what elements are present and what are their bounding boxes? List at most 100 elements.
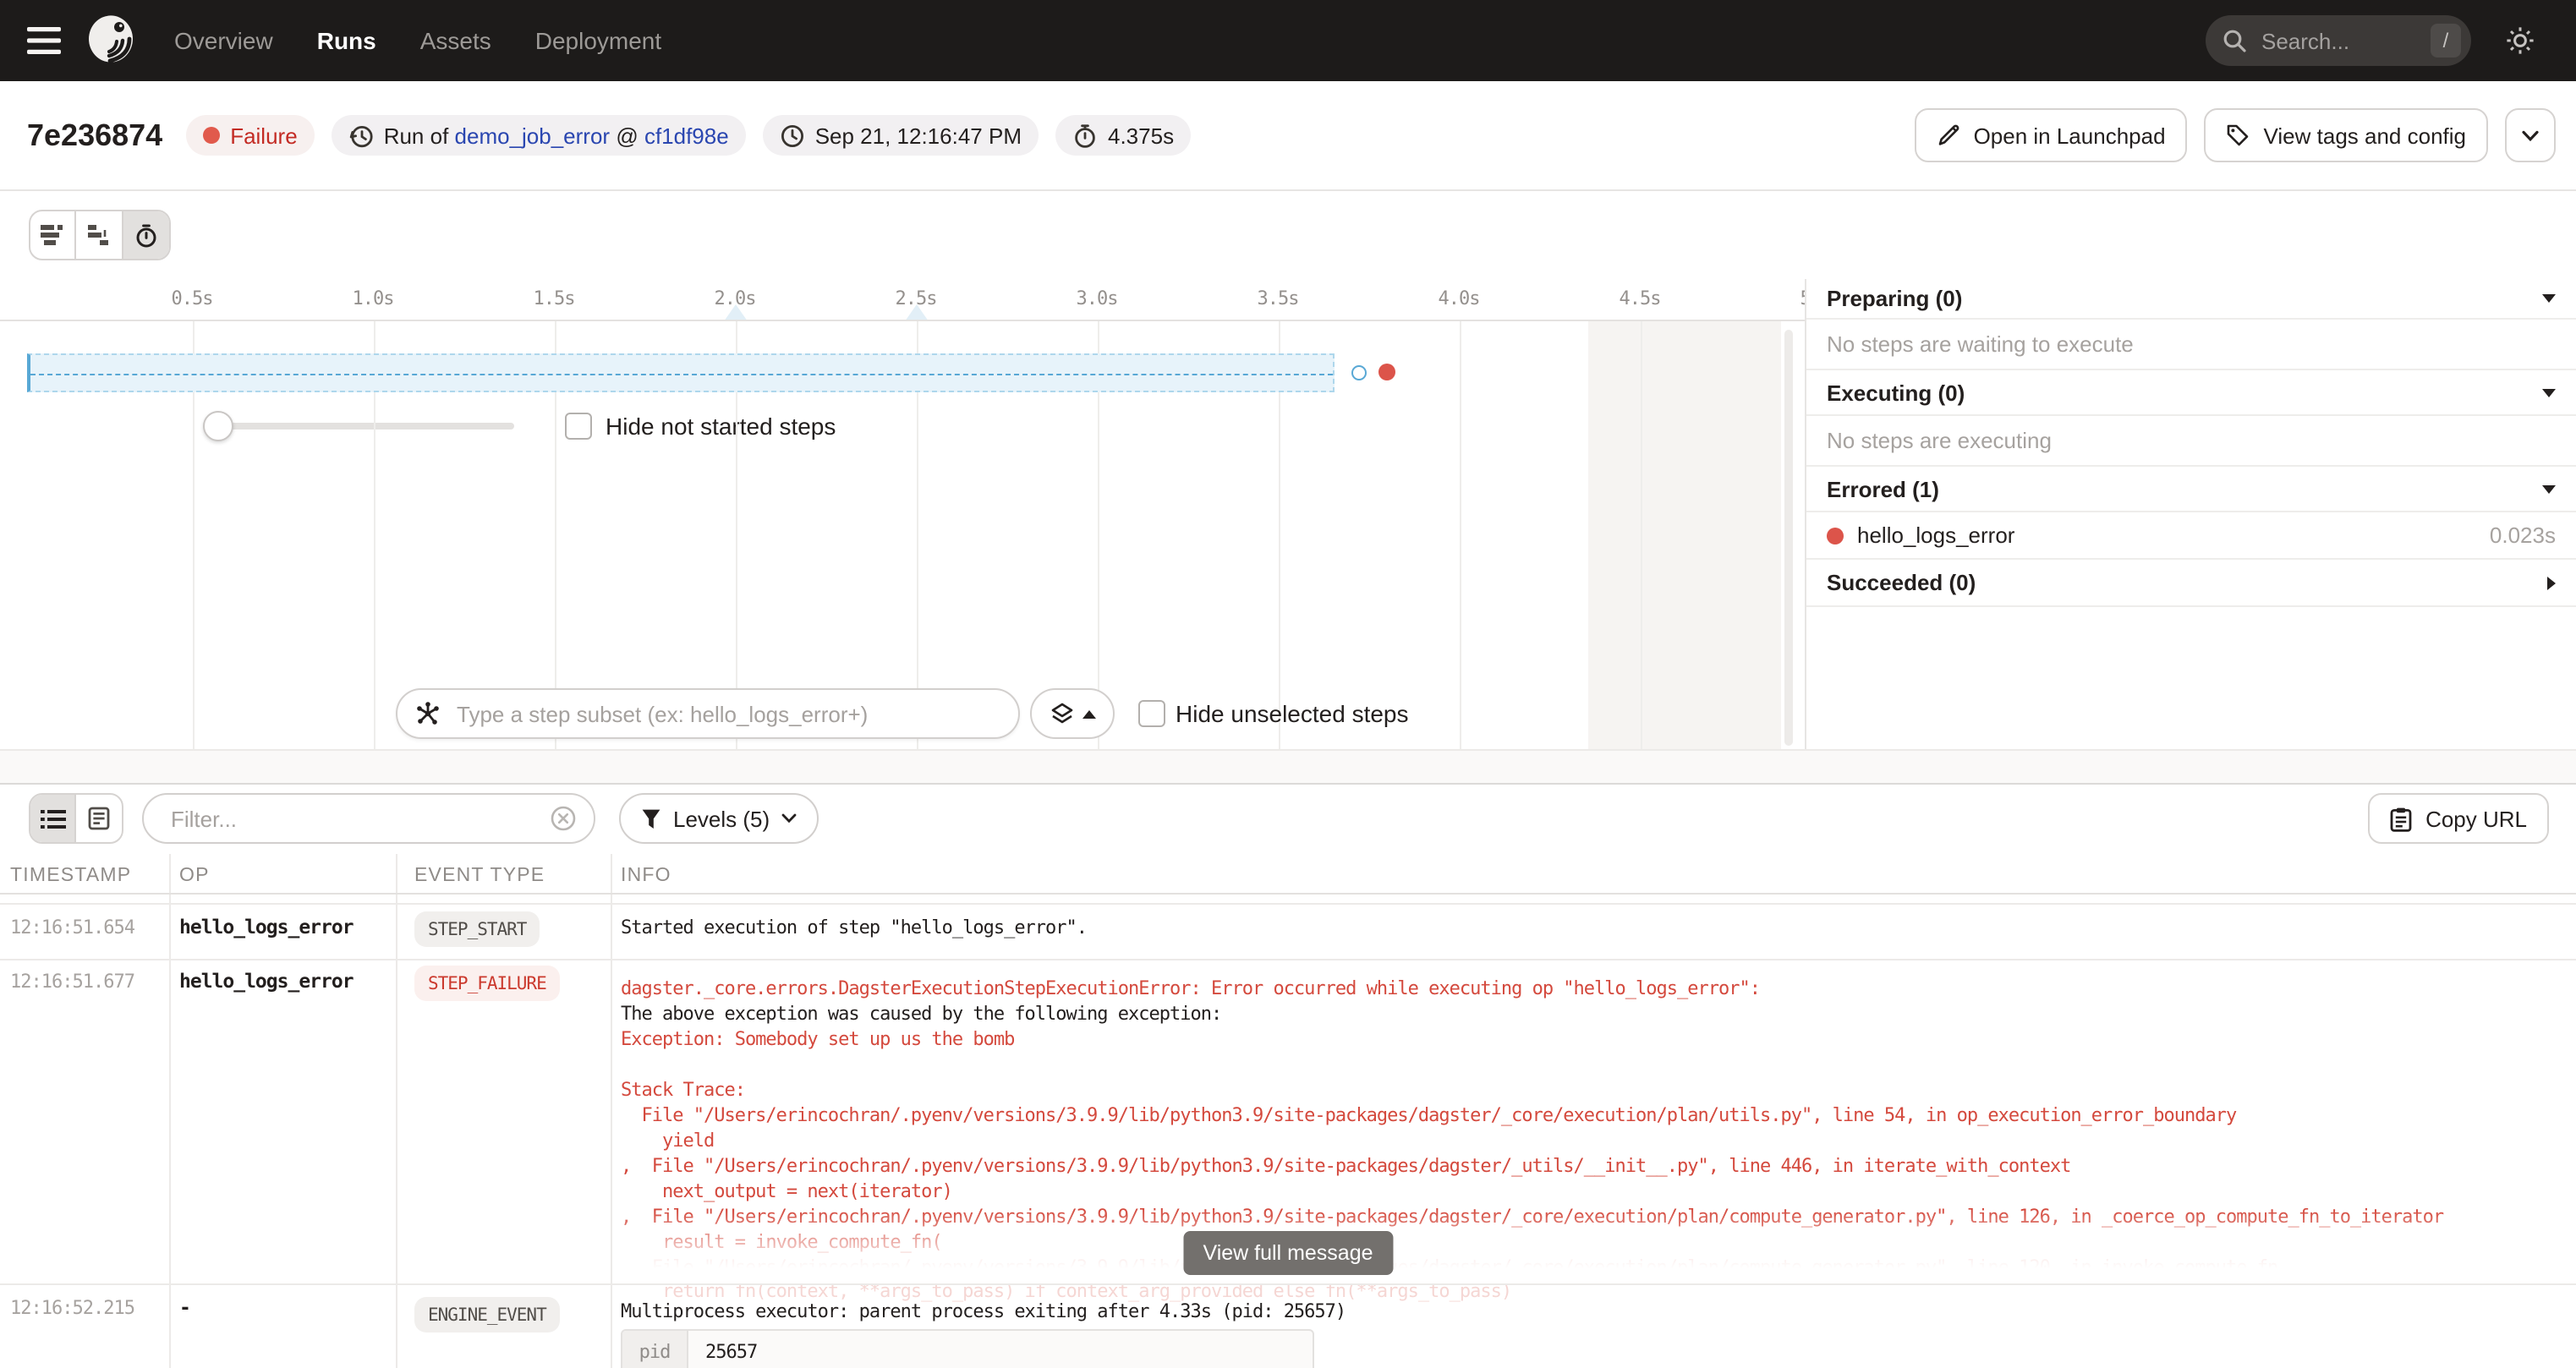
log-list-view-button[interactable] (30, 795, 76, 842)
panel-section-executing[interactable]: Executing (0) (1806, 370, 2576, 416)
open-launchpad-button[interactable]: Open in Launchpad (1915, 108, 2188, 162)
search-input[interactable] (2258, 26, 2431, 55)
step-subset-input[interactable] (453, 699, 1001, 728)
step-error-dot-icon (1827, 527, 1844, 544)
log-info: Started execution of step "hello_logs_er… (621, 917, 1087, 938)
log-toolbar: Levels (5) Copy URL (0, 785, 2576, 854)
run-actions-chevron-button[interactable] (2505, 108, 2556, 162)
col-header-event-type: EVENT TYPE (414, 866, 545, 886)
tag-icon (2227, 123, 2250, 147)
layers-icon (1050, 702, 1073, 725)
panel-section-preparing[interactable]: Preparing (0) (1806, 279, 2576, 320)
log-info: Multiprocess executor: parent process ex… (621, 1300, 1346, 1322)
log-structured-view-button[interactable] (76, 795, 122, 842)
axis-tick: 0.5s (172, 287, 213, 309)
panel-empty-preparing: No steps are waiting to execute (1806, 320, 2576, 370)
step-status-panel: Preparing (0) No steps are waiting to ex… (1805, 279, 2576, 749)
funnel-icon (641, 807, 661, 829)
status-badge: Failure (186, 115, 315, 156)
errored-step-name[interactable]: hello_logs_error (1857, 523, 2014, 548)
run-header: 7e236874 Failure Run of demo_job_error @… (0, 81, 2576, 191)
stack-trace-line: result = invoke_compute_fn( (621, 1229, 942, 1255)
run-of-pill: Run of demo_job_error @ cf1df98e (332, 115, 746, 156)
nav-link-deployment[interactable]: Deployment (535, 27, 661, 54)
dagster-logo-icon[interactable] (85, 14, 139, 68)
stack-trace-line: The above exception was caused by the fo… (621, 1001, 1221, 1026)
stack-trace-line: , File "/Users/erincochran/.pyenv/versio… (621, 1204, 2443, 1229)
event-type-badge: STEP_START (414, 911, 540, 947)
nav-link-overview[interactable]: Overview (174, 27, 273, 54)
log-timestamp: 12:16:52.215 (10, 1297, 134, 1319)
gantt-flat-view-button[interactable] (30, 211, 77, 259)
levels-filter-button[interactable]: Levels (5) (619, 793, 819, 844)
metadata-value: 25657 (688, 1331, 1313, 1368)
split-pane-gutter[interactable] (0, 749, 2576, 785)
op-selector-icon (414, 700, 441, 727)
chevron-down-icon (2542, 294, 2556, 303)
axis-tick: 1.0s (353, 287, 394, 309)
duration-pill: 4.375s (1055, 115, 1191, 156)
commit-link[interactable]: cf1df98e (644, 123, 729, 148)
panel-section-errored[interactable]: Errored (1) (1806, 467, 2576, 512)
chevron-right-icon (2547, 576, 2556, 589)
log-op: hello_logs_error (179, 915, 354, 938)
nav-link-runs[interactable]: Runs (317, 27, 376, 54)
axis-tick: 4.5s (1620, 287, 1661, 309)
stack-trace-line: Stack Trace: (621, 1077, 745, 1103)
gantt-toolbar: Hide not started steps Re-execute all (*… (0, 191, 2576, 279)
gantt-chart: 0.5s 1.0s 1.5s 2.0s 2.5s 3.0s 3.5s 4.0s … (0, 279, 1805, 749)
gantt-waterfall-view-button[interactable] (77, 211, 123, 259)
view-full-message-button[interactable]: View full message (1182, 1231, 1393, 1275)
log-timestamp: 12:16:51.654 (10, 917, 134, 938)
panel-section-succeeded[interactable]: Succeeded (0) (1806, 560, 2576, 607)
hamburger-menu-icon[interactable] (27, 25, 61, 56)
axis-tick: 3.0s (1077, 287, 1118, 309)
axis-tick: 3.5s (1258, 287, 1299, 309)
gantt-step-start-marker (1351, 365, 1367, 380)
clear-filter-icon[interactable] (550, 805, 577, 832)
log-op: hello_logs_error (179, 969, 354, 993)
graph-query-toggle-button[interactable] (1030, 688, 1115, 739)
metadata-key: pid (622, 1331, 688, 1368)
gantt-timed-view-button[interactable] (123, 211, 169, 259)
chevron-up-icon (1082, 709, 1095, 718)
gantt-step-failure-dot[interactable] (1378, 364, 1395, 380)
col-header-timestamp: TIMESTAMP (10, 866, 131, 886)
hide-unselected-checkbox[interactable] (1138, 700, 1165, 727)
log-filter-field[interactable] (142, 793, 595, 844)
axis-tick: 4.0s (1439, 287, 1480, 309)
axis-marker-triangle (723, 304, 747, 321)
top-nav: Overview Runs Assets Deployment / (0, 0, 2576, 81)
axis-border (0, 320, 1805, 321)
stack-trace-line: File "/Users/erincochran/.pyenv/versions… (621, 1103, 2236, 1128)
panel-empty-executing: No steps are executing (1806, 416, 2576, 467)
stopwatch-icon (1072, 123, 1098, 148)
chevron-down-icon (2542, 388, 2556, 397)
axis-tick: 1.5s (534, 287, 575, 309)
chevron-down-icon (2542, 484, 2556, 493)
view-tags-config-button[interactable]: View tags and config (2205, 108, 2488, 162)
log-filter-input[interactable] (167, 804, 550, 833)
global-search[interactable]: / (2206, 15, 2471, 66)
after-run-region (1588, 321, 1781, 749)
log-table: TIMESTAMP OP EVENT TYPE INFO 12:16:51.65… (0, 854, 2576, 1368)
copy-url-button[interactable]: Copy URL (2368, 793, 2549, 844)
stack-trace-line: next_output = next(iterator) (621, 1179, 952, 1204)
errored-step-row[interactable]: hello_logs_error 0.023s (1806, 512, 2576, 560)
nav-link-assets[interactable]: Assets (420, 27, 491, 54)
gantt-scrollbar[interactable] (1784, 330, 1793, 746)
history-icon (348, 123, 374, 148)
stack-trace-line: , File "/Users/erincochran/.pyenv/versio… (621, 1255, 2277, 1280)
stack-trace-line: , File "/Users/erincochran/.pyenv/versio… (621, 1153, 2070, 1179)
log-op: - (179, 1295, 190, 1319)
step-subset-field[interactable] (396, 688, 1020, 739)
gantt-step-bar[interactable] (27, 353, 1335, 392)
job-name-link[interactable]: demo_job_error (455, 123, 611, 148)
col-header-info: INFO (621, 866, 671, 886)
gear-icon[interactable] (2505, 25, 2535, 56)
hide-unselected-label: Hide unselected steps (1176, 700, 1409, 727)
search-shortcut-key: / (2431, 24, 2461, 57)
errored-step-duration: 0.023s (2490, 523, 2556, 548)
event-type-badge: ENGINE_EVENT (414, 1297, 560, 1332)
col-header-op: OP (179, 866, 210, 886)
